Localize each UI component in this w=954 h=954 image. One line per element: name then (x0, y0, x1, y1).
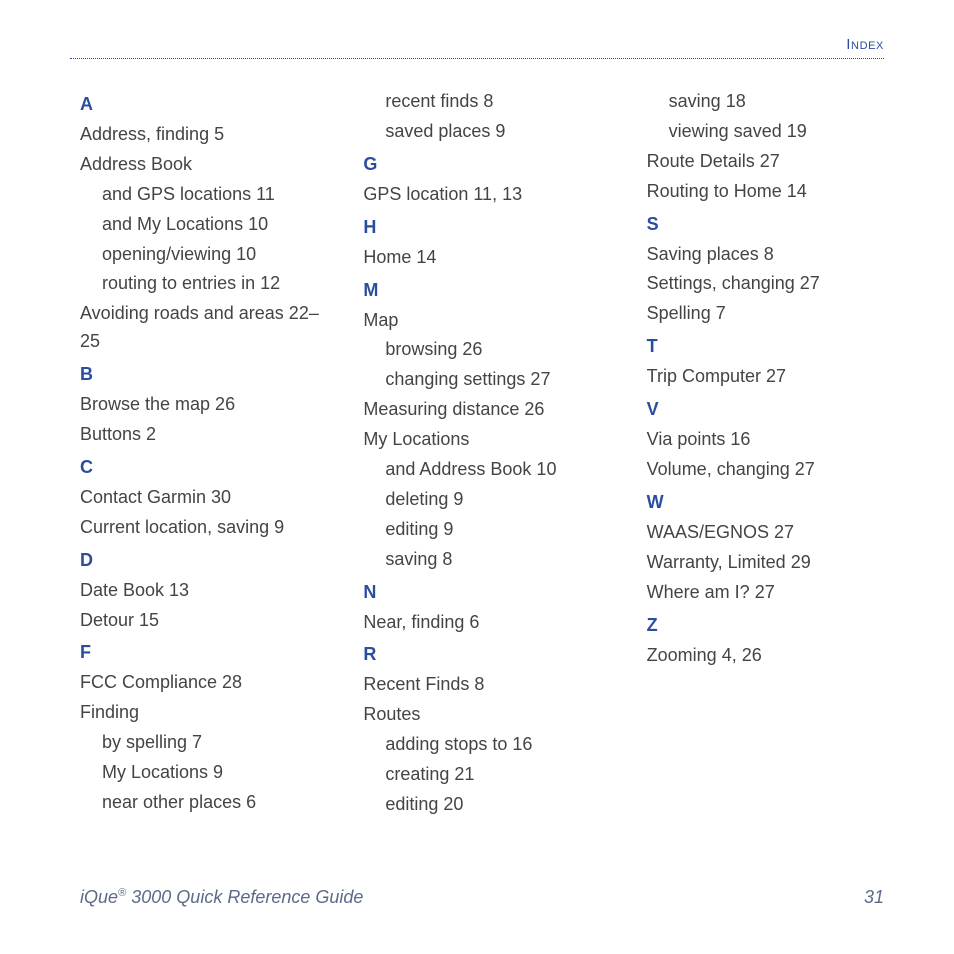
index-entry[interactable]: Zooming 4, 26 (647, 642, 894, 670)
index-subentry[interactable]: changing settings 27 (363, 366, 610, 394)
index-entry[interactable]: GPS location 11, 13 (363, 181, 610, 209)
index-entry[interactable]: Browse the map 26 (80, 391, 327, 419)
header-index-label: Index (846, 36, 884, 53)
index-entry[interactable]: Warranty, Limited 29 (647, 549, 894, 577)
index-subentry[interactable]: saving 8 (363, 546, 610, 574)
index-subentry[interactable]: creating 21 (363, 761, 610, 789)
index-entry[interactable]: Where am I? 27 (647, 579, 894, 607)
index-letter: H (363, 217, 610, 238)
index-letter: G (363, 154, 610, 175)
footer-title: iQue® 3000 Quick Reference Guide (80, 887, 363, 908)
index-entry[interactable]: WAAS/EGNOS 27 (647, 519, 894, 547)
index-letter: M (363, 280, 610, 301)
index-subentry[interactable]: by spelling 7 (80, 729, 327, 757)
index-subentry[interactable]: routing to entries in 12 (80, 270, 327, 298)
index-entry[interactable]: My Locations (363, 426, 610, 454)
index-entry[interactable]: Saving places 8 (647, 241, 894, 269)
index-subentry[interactable]: opening/viewing 10 (80, 241, 327, 269)
index-column-2: recent finds 8saved places 9 G GPS locatio… (363, 86, 610, 821)
index-entry[interactable]: Contact Garmin 30 (80, 484, 327, 512)
index-entry[interactable]: Routes (363, 701, 610, 729)
index-letter: A (80, 94, 327, 115)
index-entry[interactable]: Avoiding roads and areas 22–25 (80, 300, 327, 356)
index-subentry[interactable]: near other places 6 (80, 789, 327, 817)
index-letter: Z (647, 615, 894, 636)
index-column-3: saving 18viewing saved 19Route Details 2… (647, 86, 894, 821)
index-entry[interactable]: Address Book (80, 151, 327, 179)
index-entry[interactable]: Volume, changing 27 (647, 456, 894, 484)
index-subentry[interactable]: viewing saved 19 (647, 118, 894, 146)
index-letter: F (80, 642, 327, 663)
index-subentry[interactable]: adding stops to 16 (363, 731, 610, 759)
index-letter: R (363, 644, 610, 665)
index-entry[interactable]: Recent Finds 8 (363, 671, 610, 699)
index-entry[interactable]: Detour 15 (80, 607, 327, 635)
index-entry[interactable]: Measuring distance 26 (363, 396, 610, 424)
index-entry[interactable]: Near, finding 6 (363, 609, 610, 637)
index-entry[interactable]: Routing to Home 14 (647, 178, 894, 206)
index-page: Index AAddress, finding 5Address Bookand… (0, 0, 954, 954)
index-entry[interactable]: Trip Computer 27 (647, 363, 894, 391)
index-letter: T (647, 336, 894, 357)
page-footer: iQue® 3000 Quick Reference Guide 31 (80, 887, 884, 908)
index-entry[interactable]: Map (363, 307, 610, 335)
index-subentry[interactable]: saved places 9 (363, 118, 610, 146)
index-subentry[interactable]: and My Locations 10 (80, 211, 327, 239)
index-subentry[interactable]: editing 9 (363, 516, 610, 544)
index-entry[interactable]: Buttons 2 (80, 421, 327, 449)
index-entry[interactable]: Settings, changing 27 (647, 270, 894, 298)
index-entry[interactable]: Date Book 13 (80, 577, 327, 605)
index-subentry[interactable]: and GPS locations 11 (80, 181, 327, 209)
index-entry[interactable]: Via points 16 (647, 426, 894, 454)
header-divider (70, 58, 884, 59)
index-letter: D (80, 550, 327, 571)
index-entry[interactable]: Address, finding 5 (80, 121, 327, 149)
index-entry[interactable]: Spelling 7 (647, 300, 894, 328)
index-entry[interactable]: Route Details 27 (647, 148, 894, 176)
index-entry[interactable]: FCC Compliance 28 (80, 669, 327, 697)
index-subentry[interactable]: My Locations 9 (80, 759, 327, 787)
footer-product: iQue (80, 887, 118, 907)
index-letter: C (80, 457, 327, 478)
footer-title-rest: 3000 Quick Reference Guide (126, 887, 363, 907)
index-letter: N (363, 582, 610, 603)
index-subentry[interactable]: editing 20 (363, 791, 610, 819)
footer-page-number: 31 (864, 887, 884, 908)
index-entry[interactable]: Finding (80, 699, 327, 727)
index-entry[interactable]: Home 14 (363, 244, 610, 272)
index-subentry[interactable]: and Address Book 10 (363, 456, 610, 484)
index-letter: S (647, 214, 894, 235)
index-column-1: A Address, finding 5Address Bookand GPS l… (80, 86, 327, 821)
index-subentry[interactable]: recent finds 8 (363, 88, 610, 116)
index-letter: B (80, 364, 327, 385)
index-entry[interactable]: Current location, saving 9 (80, 514, 327, 542)
index-subentry[interactable]: browsing 26 (363, 336, 610, 364)
index-letter: W (647, 492, 894, 513)
index-columns: A Address, finding 5Address Bookand GPS l… (80, 86, 894, 821)
index-letter: V (647, 399, 894, 420)
index-subentry[interactable]: deleting 9 (363, 486, 610, 514)
index-subentry[interactable]: saving 18 (647, 88, 894, 116)
